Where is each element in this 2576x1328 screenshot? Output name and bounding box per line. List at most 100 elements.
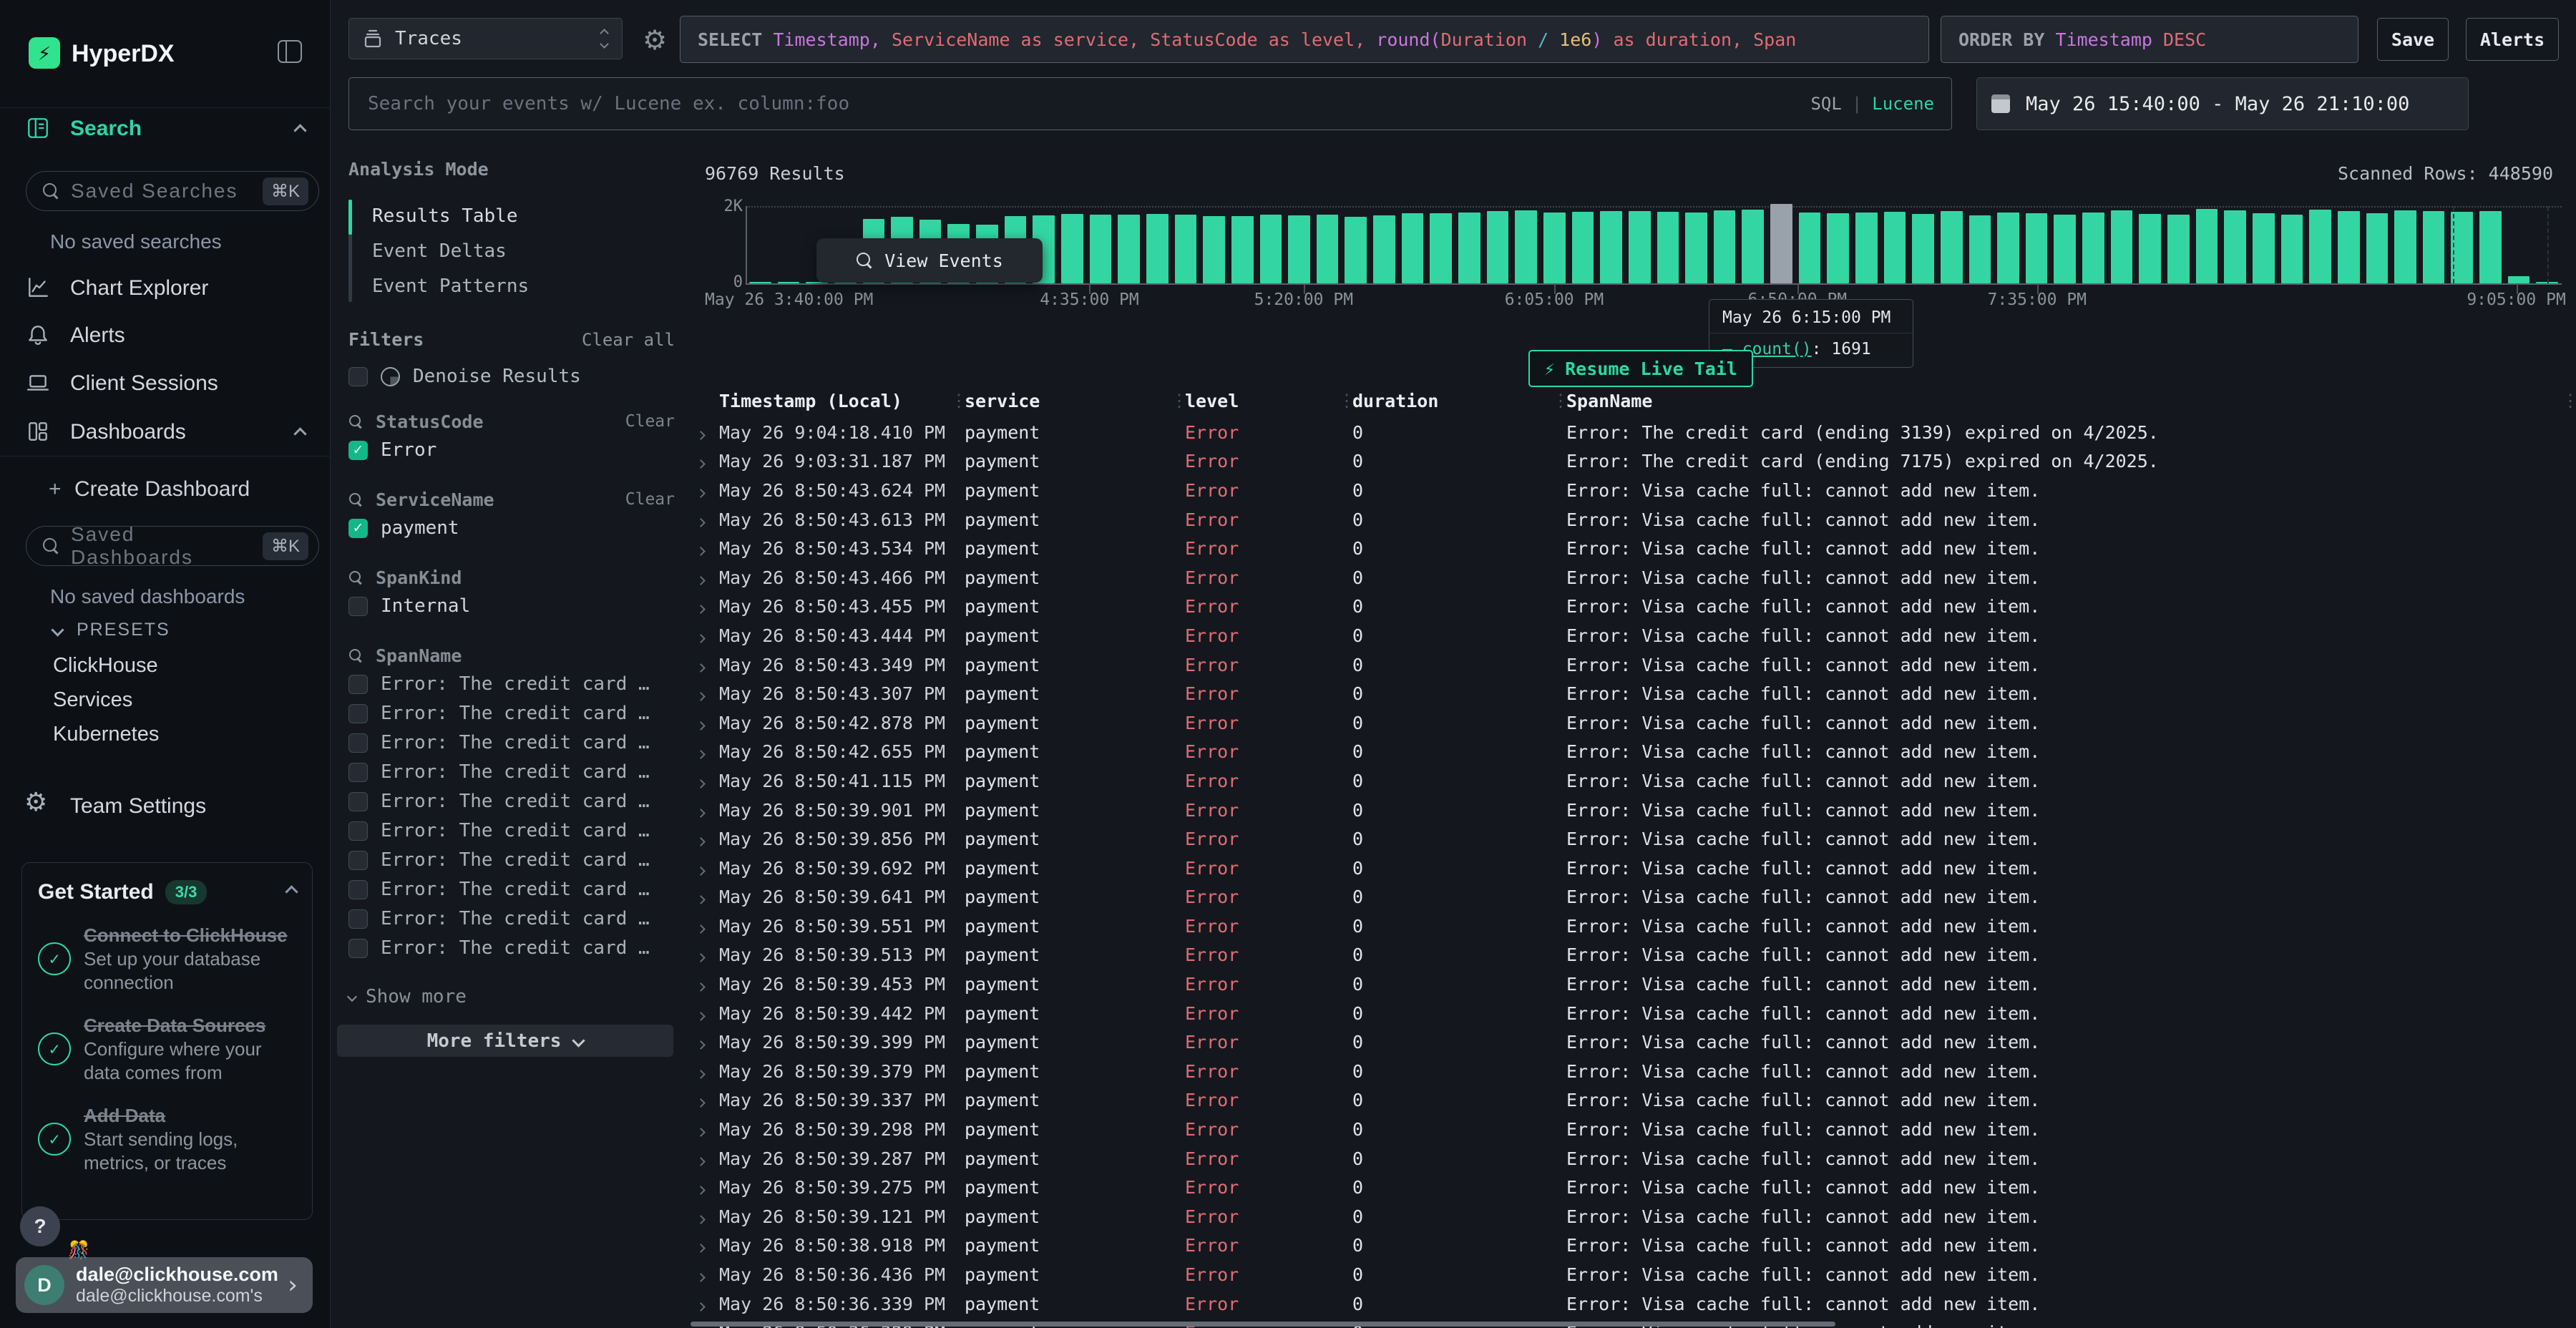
- preset-services[interactable]: Services: [53, 688, 132, 712]
- chart-bar[interactable]: [2479, 211, 2502, 283]
- chart-bar[interactable]: [2026, 213, 2048, 283]
- chart-bar[interactable]: [2451, 212, 2473, 283]
- chart-bar[interactable]: [1175, 215, 1197, 283]
- chart-bar[interactable]: [1288, 215, 1310, 283]
- chart-bar[interactable]: [1629, 211, 1651, 283]
- row-expand-icon[interactable]: [691, 858, 719, 879]
- row-expand-icon[interactable]: [691, 1003, 719, 1024]
- row-expand-icon[interactable]: [691, 887, 719, 907]
- row-expand-icon[interactable]: [691, 655, 719, 675]
- facet-option[interactable]: Error: The credit card …: [348, 936, 675, 960]
- row-expand-icon[interactable]: [691, 800, 719, 821]
- chart-bar[interactable]: [1430, 213, 1452, 283]
- facet-checkbox[interactable]: [348, 909, 368, 929]
- chart-bar[interactable]: [2082, 213, 2104, 284]
- facet-checkbox[interactable]: [348, 763, 368, 782]
- facet-option[interactable]: Error: The credit card …: [348, 760, 675, 784]
- show-more-button[interactable]: Show more: [348, 986, 675, 1007]
- date-range-picker[interactable]: May 26 15:40:00 - May 26 21:10:00: [1976, 77, 2469, 130]
- chart-bar[interactable]: [1884, 212, 1906, 283]
- row-expand-icon[interactable]: [691, 1148, 719, 1169]
- chart-bar[interactable]: [1146, 214, 1169, 283]
- chart-bar[interactable]: [1714, 210, 1736, 283]
- table-row[interactable]: May 26 8:50:43.624 PMpaymentError0Error:…: [691, 476, 2576, 505]
- chart-bar[interactable]: [2167, 215, 2190, 283]
- chart-bar[interactable]: [1685, 213, 1707, 283]
- table-row[interactable]: May 26 8:50:43.455 PMpaymentError0Error:…: [691, 592, 2576, 622]
- table-row[interactable]: May 26 8:50:43.444 PMpaymentError0Error:…: [691, 621, 2576, 650]
- table-row[interactable]: May 26 8:50:39.641 PMpaymentError0Error:…: [691, 883, 2576, 912]
- column-header-service[interactable]: service: [965, 391, 1171, 411]
- chart-bar[interactable]: [2423, 211, 2445, 283]
- row-expand-icon[interactable]: [691, 741, 719, 762]
- preset-clickhouse[interactable]: ClickHouse: [53, 654, 158, 678]
- table-row[interactable]: May 26 8:50:43.349 PMpaymentError0Error:…: [691, 650, 2576, 680]
- table-row[interactable]: May 26 9:03:31.187 PMpaymentError0Error:…: [691, 447, 2576, 477]
- facet-checkbox[interactable]: [348, 704, 368, 723]
- search-input[interactable]: [366, 92, 1810, 115]
- chart-bar[interactable]: [2224, 210, 2246, 283]
- row-expand-icon[interactable]: [691, 829, 719, 849]
- table-row[interactable]: May 26 8:50:43.613 PMpaymentError0Error:…: [691, 505, 2576, 534]
- facet-option[interactable]: ✓Error: [348, 438, 675, 462]
- order-by-editor[interactable]: ORDER BY Timestamp DESC: [1941, 16, 2358, 63]
- sidebar-item-client-sessions[interactable]: Client Sessions: [0, 368, 331, 401]
- save-button[interactable]: Save: [2377, 18, 2449, 61]
- chart-bar[interactable]: [1742, 210, 1764, 283]
- facet-option[interactable]: Error: The credit card …: [348, 731, 675, 755]
- table-row[interactable]: May 26 8:50:41.115 PMpaymentError0Error:…: [691, 766, 2576, 796]
- chart-bar[interactable]: [1969, 215, 1991, 283]
- row-expand-icon[interactable]: [691, 916, 719, 937]
- saved-searches-input[interactable]: Saved Searches ⌘K: [26, 171, 319, 211]
- table-row[interactable]: May 26 8:50:39.513 PMpaymentError0Error:…: [691, 941, 2576, 970]
- chart-bar[interactable]: [1090, 215, 1112, 283]
- chart-bar[interactable]: [1855, 213, 1878, 283]
- row-expand-icon[interactable]: [691, 1119, 719, 1140]
- table-row[interactable]: May 26 8:50:43.466 PMpaymentError0Error:…: [691, 563, 2576, 592]
- chart-bar[interactable]: [2394, 210, 2416, 283]
- row-expand-icon[interactable]: [691, 771, 719, 791]
- row-expand-icon[interactable]: [691, 451, 719, 472]
- facet-clear-button[interactable]: Clear: [625, 412, 675, 431]
- row-expand-icon[interactable]: [691, 422, 719, 443]
- facet-option[interactable]: Error: The credit card …: [348, 907, 675, 931]
- row-expand-icon[interactable]: [691, 1294, 719, 1314]
- chart-bar[interactable]: [1118, 215, 1140, 283]
- facet-checkbox[interactable]: [348, 821, 368, 841]
- facet-checkbox[interactable]: [348, 792, 368, 811]
- get-started-step[interactable]: ✓ Create Data Sources Configure where yo…: [38, 1013, 296, 1085]
- sidebar-item-chart-explorer[interactable]: Chart Explorer: [0, 273, 331, 306]
- table-row[interactable]: May 26 9:04:18.410 PMpaymentError0Error:…: [691, 418, 2576, 447]
- table-row[interactable]: May 26 8:50:38.918 PMpaymentError0Error:…: [691, 1231, 2576, 1261]
- row-expand-icon[interactable]: [691, 538, 719, 559]
- sidebar-item-team-settings[interactable]: ⚙ Team Settings: [0, 791, 331, 824]
- facet-checkbox[interactable]: ✓: [348, 519, 368, 538]
- row-expand-icon[interactable]: [691, 480, 719, 501]
- horizontal-scrollbar[interactable]: [691, 1322, 1835, 1327]
- row-expand-icon[interactable]: [691, 944, 719, 965]
- chart-bar[interactable]: [2111, 210, 2133, 283]
- chart-bar[interactable]: [2366, 213, 2389, 283]
- chart-bar[interactable]: [1515, 210, 1537, 283]
- alerts-button[interactable]: Alerts: [2466, 18, 2559, 61]
- facet-checkbox[interactable]: [348, 675, 368, 694]
- chart-bar[interactable]: [1061, 214, 1083, 283]
- preset-kubernetes[interactable]: Kubernetes: [53, 723, 159, 746]
- table-row[interactable]: May 26 8:50:36.339 PMpaymentError0Error:…: [691, 1289, 2576, 1319]
- get-started-step[interactable]: ✓ Add Data Start sending logs, metrics, …: [38, 1103, 296, 1175]
- chart-bar[interactable]: [1543, 213, 1566, 283]
- chart-bar[interactable]: [1345, 217, 1367, 283]
- sidebar-item-dashboards[interactable]: Dashboards: [0, 416, 331, 449]
- mode-event-deltas[interactable]: Event Deltas: [372, 233, 675, 268]
- chart-bar[interactable]: [2281, 215, 2303, 283]
- row-expand-icon[interactable]: [691, 1061, 719, 1082]
- column-header-level[interactable]: level: [1185, 391, 1338, 411]
- clear-all-button[interactable]: Clear all: [582, 330, 675, 350]
- row-expand-icon[interactable]: [691, 625, 719, 646]
- table-row[interactable]: May 26 8:50:36.436 PMpaymentError0Error:…: [691, 1260, 2576, 1289]
- column-separator[interactable]: ⋮: [1171, 391, 1185, 411]
- view-events-button[interactable]: View Events: [816, 238, 1043, 283]
- facet-option[interactable]: Error: The credit card …: [348, 672, 675, 696]
- query-settings-gear-icon[interactable]: ⚙: [643, 24, 667, 56]
- chart-bar[interactable]: [1458, 213, 1480, 283]
